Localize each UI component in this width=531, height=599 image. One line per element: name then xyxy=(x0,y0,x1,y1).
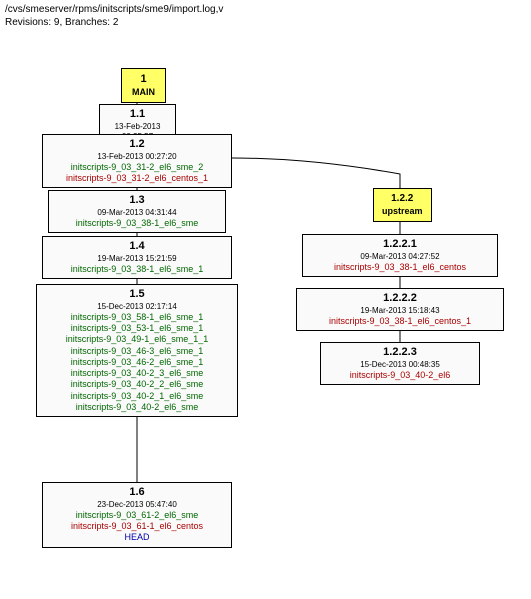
date: 23-Dec-2013 05:47:40 xyxy=(49,500,225,510)
date: 19-Mar-2013 15:21:59 xyxy=(49,254,225,264)
tag: initscripts-9_03_38-1_el6_sme_1 xyxy=(49,264,225,275)
ver: 1.2.2.3 xyxy=(327,346,473,360)
ver: 1.5 xyxy=(43,288,231,302)
tag: initscripts-9_03_61-1_el6_centos xyxy=(49,521,225,532)
tag: initscripts-9_03_38-1_el6_sme xyxy=(55,218,219,229)
tag: initscripts-9_03_53-1_el6_sme_1 xyxy=(43,323,231,334)
tag: initscripts-9_03_40-2_2_el6_sme xyxy=(43,379,231,390)
tag: initscripts-9_03_40-2_1_el6_sme xyxy=(43,391,231,402)
date: 09-Mar-2013 04:31:44 xyxy=(55,208,219,218)
tags: initscripts-9_03_40-2_el6 xyxy=(327,370,473,381)
branch-upstream-num: 1.2.2 xyxy=(382,193,423,206)
tag: initscripts-9_03_61-2_el6_sme xyxy=(49,510,225,521)
tag: initscripts-9_03_58-1_el6_sme_1 xyxy=(43,312,231,323)
tags: initscripts-9_03_38-1_el6_sme xyxy=(55,218,219,229)
node-1-2-2-3: 1.2.2.3 15-Dec-2013 00:48:35 initscripts… xyxy=(320,342,480,385)
node-1-2-2-1: 1.2.2.1 09-Mar-2013 04:27:52 initscripts… xyxy=(302,234,498,277)
date: 13-Feb-2013 00:27:20 xyxy=(49,152,225,162)
tags: initscripts-9_03_38-1_el6_centos_1 xyxy=(303,316,497,327)
tag: initscripts-9_03_40-2_el6_sme xyxy=(43,402,231,413)
date: 15-Dec-2013 00:48:35 xyxy=(327,360,473,370)
branch-upstream-name: upstream xyxy=(382,206,423,217)
date: 09-Mar-2013 04:27:52 xyxy=(309,252,491,262)
header: /cvs/smeserver/rpms/initscripts/sme9/imp… xyxy=(0,0,531,32)
node-1-6: 1.6 23-Dec-2013 05:47:40 initscripts-9_0… xyxy=(42,482,232,548)
branch-upstream: 1.2.2 upstream xyxy=(373,188,432,222)
ver: 1.6 xyxy=(49,486,225,500)
tag: HEAD xyxy=(49,532,225,543)
tags: initscripts-9_03_58-1_el6_sme_1initscrip… xyxy=(43,312,231,413)
tag: initscripts-9_03_40-2_el6 xyxy=(327,370,473,381)
tags: initscripts-9_03_31-2_el6_sme_2initscrip… xyxy=(49,162,225,185)
tag: initscripts-9_03_40-2_3_el6_sme xyxy=(43,368,231,379)
meta-text: Revisions: 9, Branches: 2 xyxy=(5,16,526,29)
tag: initscripts-9_03_38-1_el6_centos_1 xyxy=(303,316,497,327)
tags: initscripts-9_03_38-1_el6_sme_1 xyxy=(49,264,225,275)
date: 19-Mar-2013 15:18:43 xyxy=(303,306,497,316)
tag: initscripts-9_03_49-1_el6_sme_1_1 xyxy=(43,334,231,345)
ver: 1.2 xyxy=(49,138,225,152)
node-1-2-2-2: 1.2.2.2 19-Mar-2013 15:18:43 initscripts… xyxy=(296,288,504,331)
tag: initscripts-9_03_31-2_el6_centos_1 xyxy=(49,173,225,184)
branch-main-num: 1 xyxy=(132,73,155,87)
tag: initscripts-9_03_38-1_el6_centos xyxy=(309,262,491,273)
ver: 1.1 xyxy=(106,108,169,122)
ver: 1.3 xyxy=(55,194,219,208)
tag: initscripts-9_03_46-2_el6_sme_1 xyxy=(43,357,231,368)
tag: initscripts-9_03_46-3_el6_sme_1 xyxy=(43,346,231,357)
tags: initscripts-9_03_61-2_el6_smeinitscripts… xyxy=(49,510,225,544)
ver: 1.2.2.1 xyxy=(309,238,491,252)
path-text: /cvs/smeserver/rpms/initscripts/sme9/imp… xyxy=(5,3,526,16)
ver: 1.2.2.2 xyxy=(303,292,497,306)
node-1-2: 1.2 13-Feb-2013 00:27:20 initscripts-9_0… xyxy=(42,134,232,188)
node-1-5: 1.5 15-Dec-2013 02:17:14 initscripts-9_0… xyxy=(36,284,238,417)
node-1-3: 1.3 09-Mar-2013 04:31:44 initscripts-9_0… xyxy=(48,190,226,233)
date: 15-Dec-2013 02:17:14 xyxy=(43,302,231,312)
branch-main: 1 MAIN xyxy=(121,68,166,103)
node-1-4: 1.4 19-Mar-2013 15:21:59 initscripts-9_0… xyxy=(42,236,232,279)
branch-main-name: MAIN xyxy=(132,87,155,98)
ver: 1.4 xyxy=(49,240,225,254)
tags: initscripts-9_03_38-1_el6_centos xyxy=(309,262,491,273)
tag: initscripts-9_03_31-2_el6_sme_2 xyxy=(49,162,225,173)
